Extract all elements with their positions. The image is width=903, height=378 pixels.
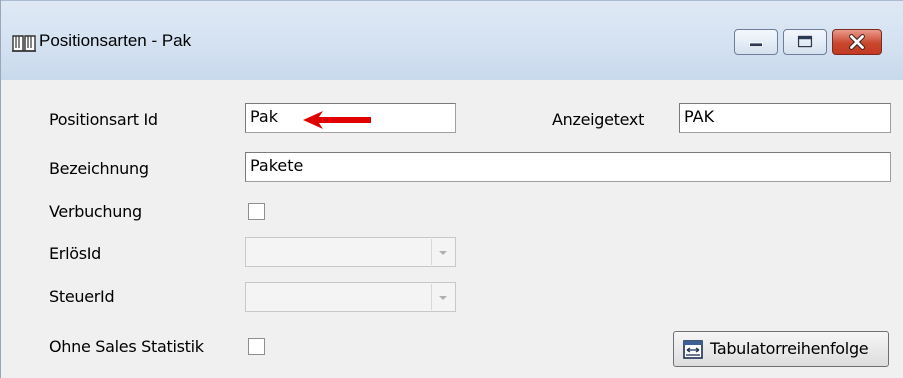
steuer-id-dropdown-button[interactable]	[431, 284, 454, 310]
bezeichnung-value: Pakete	[250, 156, 304, 175]
minimize-icon	[749, 42, 763, 48]
steuer-id-label: SteuerId	[49, 287, 115, 306]
positionsart-id-label: Positionsart Id	[49, 110, 158, 129]
verbuchung-label: Verbuchung	[49, 202, 142, 221]
dialog-window: Positionsarten - Pak Positionsart Id Pak	[0, 0, 903, 378]
close-icon	[849, 34, 865, 50]
ohne-sales-statistik-checkbox[interactable]	[248, 338, 265, 355]
tab-order-label: Tabulatorreihenfolge	[710, 339, 869, 358]
anzeigetext-label: Anzeigetext	[552, 110, 645, 129]
steuer-id-combobox[interactable]	[245, 282, 456, 312]
book-icon	[12, 35, 36, 52]
erloes-id-combobox[interactable]	[245, 237, 456, 267]
minimize-button[interactable]	[734, 29, 778, 55]
title-bar[interactable]: Positionsarten - Pak	[1, 0, 903, 80]
erloes-id-label: ErlösId	[49, 244, 102, 263]
verbuchung-checkbox[interactable]	[248, 203, 265, 220]
window-title: Positionsarten - Pak	[39, 31, 192, 50]
red-arrow-annotation	[303, 111, 371, 129]
bezeichnung-label: Bezeichnung	[49, 159, 149, 178]
tab-order-icon	[683, 340, 703, 359]
positionsart-id-value: Pak	[250, 107, 278, 126]
bezeichnung-field[interactable]: Pakete	[245, 152, 891, 182]
maximize-icon	[797, 35, 813, 48]
erloes-id-dropdown-button[interactable]	[431, 239, 454, 265]
anzeigetext-field[interactable]: PAK	[679, 103, 891, 133]
close-button[interactable]	[832, 29, 882, 55]
chevron-down-icon	[439, 251, 447, 255]
ohne-sales-statistik-label: Ohne Sales Statistik	[49, 337, 204, 356]
chevron-down-icon	[439, 296, 447, 300]
maximize-button[interactable]	[783, 29, 827, 55]
anzeigetext-value: PAK	[684, 107, 715, 126]
tab-order-button[interactable]: Tabulatorreihenfolge	[673, 331, 889, 367]
